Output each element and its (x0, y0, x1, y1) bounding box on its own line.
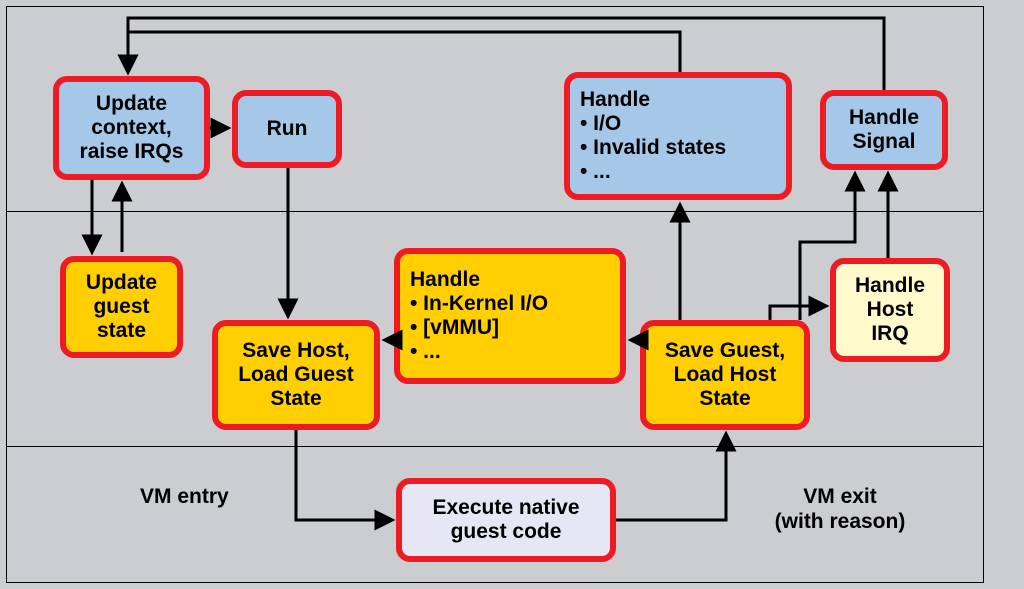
node-run-text: Run (267, 117, 308, 141)
node-handle-signal: HandleSignal (820, 90, 948, 170)
node-run: Run (232, 90, 342, 168)
node-host-irq: HandleHostIRQ (830, 258, 950, 362)
node-update-guest-state-text: Updategueststate (86, 271, 157, 343)
node-handle-user: Handle• I/O• Invalid states• ... (564, 72, 792, 200)
node-execute-native: Execute nativeguest code (396, 478, 616, 562)
node-handle-kernel-text: Handle• In-Kernel I/O• [vMMU]• ... (410, 268, 548, 365)
node-update-guest-state: Updategueststate (60, 256, 183, 358)
label-vm-entry: VM entry (140, 484, 229, 509)
node-handle-kernel: Handle• In-Kernel I/O• [vMMU]• ... (394, 248, 626, 384)
label-vm-exit: VM exit(with reason) (760, 484, 920, 534)
node-handle-user-text: Handle• I/O• Invalid states• ... (580, 88, 726, 185)
node-execute-native-text: Execute nativeguest code (432, 496, 579, 544)
node-save-host: Save Host,Load GuestState (212, 320, 380, 430)
node-host-irq-text: HandleHostIRQ (855, 274, 925, 346)
region-label-user-space: User Space (1020, 170, 1024, 290)
region-label-cpu: CPU (1020, 540, 1024, 586)
region-label-kernel: Kernel (1020, 365, 1024, 433)
divider-user-kernel (7, 211, 984, 212)
node-update-context-text: Updatecontext,raise IRQs (80, 92, 184, 164)
node-save-guest-text: Save Guest,Load HostState (665, 339, 785, 411)
divider-kernel-cpu (7, 446, 984, 447)
node-save-host-text: Save Host,Load GuestState (238, 339, 354, 411)
node-update-context: Updatecontext,raise IRQs (53, 76, 210, 180)
node-handle-signal-text: HandleSignal (849, 106, 919, 154)
node-save-guest: Save Guest,Load HostState (640, 320, 810, 430)
